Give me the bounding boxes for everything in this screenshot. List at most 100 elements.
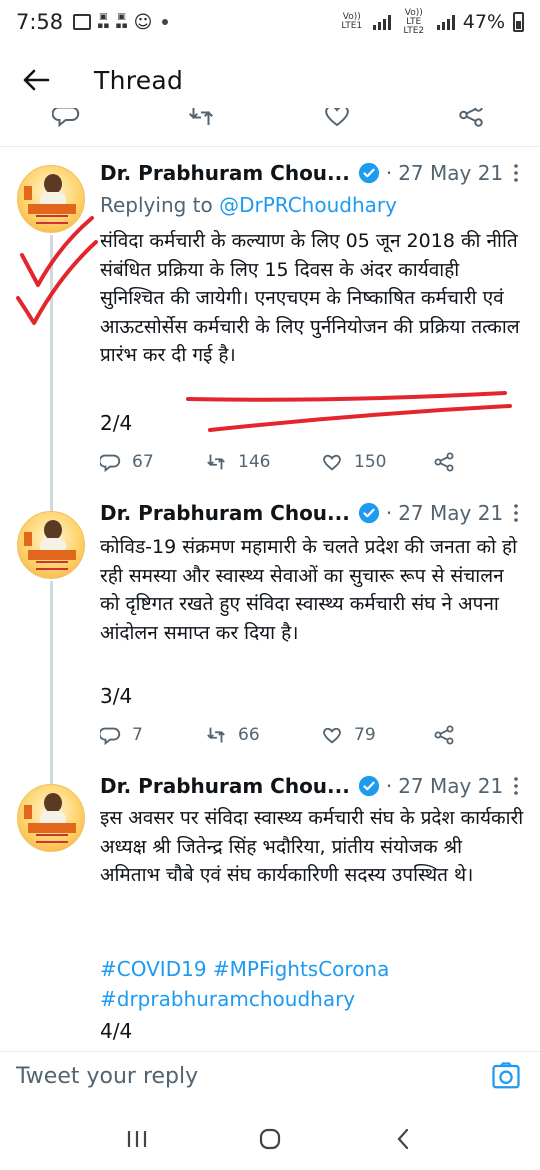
gallery-icon xyxy=(73,14,92,30)
thread-line xyxy=(50,235,53,493)
avatar[interactable] xyxy=(17,784,85,852)
tweet-header: Dr. Prabhuram Chou... · 27 May 21 xyxy=(100,774,525,798)
tweet-date[interactable]: 27 May 21 xyxy=(398,774,503,798)
retweet-button[interactable]: 146 xyxy=(204,451,320,473)
hashtags[interactable]: #COVID19 #MPFightsCorona #drprabhuramcho… xyxy=(100,954,525,1014)
verified-badge-icon xyxy=(358,162,379,184)
chevron-left-icon xyxy=(398,1128,409,1150)
reply-icon xyxy=(100,454,121,473)
retweet-button[interactable]: 66 xyxy=(204,724,320,746)
share-button[interactable] xyxy=(432,450,456,474)
separator-dot: · xyxy=(385,501,393,525)
reply-count: 7 xyxy=(132,725,143,745)
more-button[interactable] xyxy=(507,503,525,523)
more-vertical-icon xyxy=(514,777,518,795)
more-vertical-icon xyxy=(514,504,518,522)
thread-line xyxy=(50,766,53,784)
camera-button[interactable] xyxy=(486,1056,526,1096)
app-notification-icon-2: ▣ ▪▪ xyxy=(115,12,128,31)
reply-input[interactable] xyxy=(16,1063,486,1089)
verified-badge-icon xyxy=(358,775,379,797)
reply-icon xyxy=(100,727,121,746)
retweet-count: 66 xyxy=(238,725,260,745)
share-icon xyxy=(434,452,454,472)
share-icon xyxy=(434,725,454,745)
separator-dot: · xyxy=(385,774,393,798)
app-header: Thread xyxy=(0,52,540,108)
reply-button[interactable]: 67 xyxy=(100,451,204,473)
status-time: 7:58 xyxy=(16,10,64,34)
thread-count: 2/4 xyxy=(100,411,133,435)
tweet-text: संविदा कर्मचारी के कल्याण के लिए 05 जून … xyxy=(100,230,520,366)
author-name[interactable]: Dr. Prabhuram Chou... xyxy=(100,161,350,185)
signal-2-icon xyxy=(436,14,455,30)
network-1-label: Vo)) LTE1 xyxy=(341,12,363,31)
separator-dot: · xyxy=(385,161,393,185)
home-icon xyxy=(259,1128,281,1150)
heart-icon[interactable] xyxy=(322,108,352,130)
reply-count: 67 xyxy=(132,452,154,472)
author-name[interactable]: Dr. Prabhuram Chou... xyxy=(100,501,350,525)
previous-tweet-actions xyxy=(0,108,540,140)
retweet-icon xyxy=(207,454,225,470)
recent-apps-button[interactable] xyxy=(107,1114,167,1164)
tweet-text: इस अवसर पर संविदा स्वास्थ्य कर्मचारी संघ… xyxy=(100,807,524,886)
tweet-actions: 7 66 79 xyxy=(100,721,520,749)
replying-to-handle[interactable]: @DrPRChoudhary xyxy=(219,193,397,217)
like-count: 150 xyxy=(354,452,387,472)
like-count: 79 xyxy=(354,725,376,745)
replying-to: Replying to @DrPRChoudhary xyxy=(100,193,397,217)
heart-icon xyxy=(323,454,341,471)
reply-icon[interactable] xyxy=(52,108,82,130)
status-bar: 7:58 ▣ ▪▪ ▣ ▪▪ ☺ Vo)) LTE1 Vo)) LTE LTE2 4… xyxy=(0,0,540,44)
network-2-label: Vo)) LTE LTE2 xyxy=(403,7,425,36)
more-button[interactable] xyxy=(507,163,525,183)
tweet-item[interactable]: Dr. Prabhuram Chou... · 27 May 21 कोविड-… xyxy=(0,493,540,766)
author-name[interactable]: Dr. Prabhuram Chou... xyxy=(100,774,350,798)
recent-apps-icon xyxy=(127,1131,146,1147)
retweet-icon[interactable] xyxy=(186,108,216,130)
app-notification-icon: ▣ ▪▪ xyxy=(97,12,110,31)
thread-line xyxy=(50,493,53,511)
system-nav-bar xyxy=(0,1108,540,1170)
thread-count: 3/4 xyxy=(100,684,133,708)
camera-icon xyxy=(492,1062,520,1089)
tweet-date[interactable]: 27 May 21 xyxy=(398,161,503,185)
avatar[interactable] xyxy=(17,165,85,233)
thread-count: 4/4 xyxy=(100,1019,133,1043)
tweet-actions: 67 146 150 xyxy=(100,448,520,476)
share-icon[interactable] xyxy=(456,108,486,130)
signal-1-icon xyxy=(372,14,391,30)
emoji-icon: ☺ xyxy=(133,11,153,33)
reply-bar xyxy=(0,1051,540,1100)
like-button[interactable]: 79 xyxy=(320,724,432,746)
avatar[interactable] xyxy=(17,511,85,579)
heart-icon xyxy=(323,727,341,744)
back-button[interactable] xyxy=(6,52,66,108)
home-button[interactable] xyxy=(240,1114,300,1164)
arrow-left-icon xyxy=(23,69,50,91)
replying-to-label: Replying to xyxy=(100,193,213,217)
more-button[interactable] xyxy=(507,776,525,796)
verified-badge-icon xyxy=(358,502,379,524)
tweet-item[interactable]: Dr. Prabhuram Chou... · 27 May 21 Replyi… xyxy=(0,147,540,493)
back-nav-button[interactable] xyxy=(373,1114,433,1164)
tweet-text: कोविड-19 संक्रमण महामारी के चलते प्रदेश … xyxy=(100,536,518,644)
status-right: Vo)) LTE1 Vo)) LTE LTE2 47% xyxy=(339,7,524,36)
more-vertical-icon xyxy=(514,164,518,182)
retweet-icon xyxy=(207,727,225,743)
tweet-item[interactable]: Dr. Prabhuram Chou... · 27 May 21 इस अवस… xyxy=(0,766,540,1051)
page-title: Thread xyxy=(94,65,184,95)
battery-icon xyxy=(513,12,524,32)
share-button[interactable] xyxy=(432,723,456,747)
battery-percent: 47% xyxy=(462,11,505,33)
thread-line xyxy=(50,581,53,766)
reply-button[interactable]: 7 xyxy=(100,724,204,746)
like-button[interactable]: 150 xyxy=(320,451,432,473)
more-notifications-dot xyxy=(162,19,169,25)
tweet-header: Dr. Prabhuram Chou... · 27 May 21 xyxy=(100,501,525,525)
tweet-header: Dr. Prabhuram Chou... · 27 May 21 xyxy=(100,161,525,185)
notification-icons: ▣ ▪▪ ▣ ▪▪ ☺ xyxy=(73,11,169,33)
tweet-date[interactable]: 27 May 21 xyxy=(398,501,503,525)
retweet-count: 146 xyxy=(238,452,271,472)
